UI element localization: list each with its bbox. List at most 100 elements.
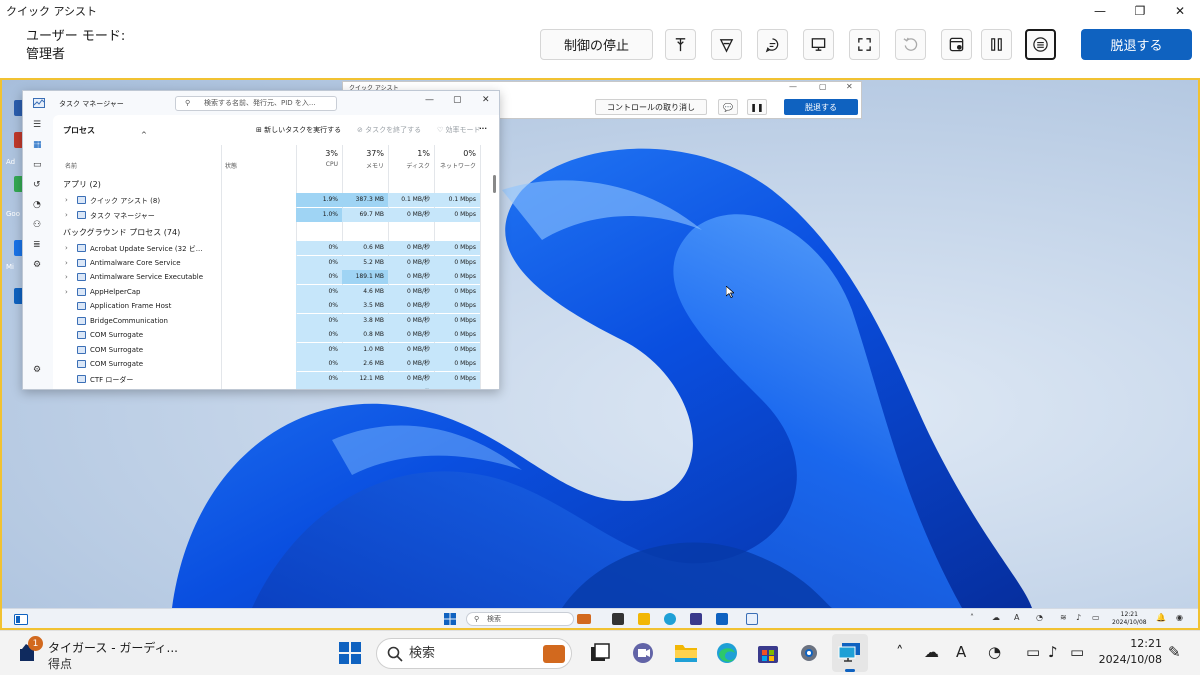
col-status-header[interactable]: 状態 <box>225 161 237 170</box>
remote-revoke-control-button[interactable]: コントロールの取り消し <box>595 99 707 115</box>
task-manager-window[interactable]: タスク マネージャー ⚲ 検索する名前、発行元、PID を入... — ▢ ✕ … <box>22 90 500 390</box>
annotate-button[interactable] <box>711 29 742 60</box>
cloud-icon[interactable]: ☁ <box>924 643 939 661</box>
tm-close-button[interactable]: ✕ <box>482 95 490 105</box>
process-row[interactable]: › AppHelperCap 0% 4.6 MB 0 MB/秒 0 Mbps <box>53 284 493 299</box>
process-row[interactable]: › クイック アシスト (8) 1.9% 387.3 MB 0.1 MB/秒 0.1 Mb… <box>53 193 493 207</box>
minimize-button[interactable]: — <box>1080 0 1120 22</box>
tm-maximize-button[interactable]: ▢ <box>453 95 462 105</box>
new-task-button[interactable]: ⊞ 新しいタスクを実行する <box>256 125 341 135</box>
laser-pointer-button[interactable] <box>665 29 696 60</box>
store-icon[interactable] <box>690 613 702 625</box>
expand-chevron-icon[interactable]: › <box>65 244 68 252</box>
file-explorer-icon[interactable] <box>638 613 650 625</box>
task-view-icon[interactable] <box>612 613 624 625</box>
more-options-icon[interactable]: ··· <box>479 125 487 133</box>
expand-chevron-icon[interactable]: › <box>65 288 68 296</box>
menu-button[interactable] <box>1025 29 1056 60</box>
ime-indicator[interactable]: A <box>956 643 966 661</box>
users-icon[interactable]: ⚇ <box>33 220 41 230</box>
col-mem-header[interactable]: メモリ <box>344 161 384 170</box>
expand-chevron-icon[interactable]: › <box>65 196 68 204</box>
task-manager-search-input[interactable]: ⚲ 検索する名前、発行元、PID を入... <box>175 96 337 111</box>
store-button[interactable] <box>754 639 782 667</box>
col-name-header[interactable]: 名前 <box>65 161 77 170</box>
teams-button[interactable] <box>629 639 657 667</box>
ime-mode-icon[interactable]: ◔ <box>1036 613 1043 622</box>
expand-chevron-icon[interactable]: › <box>65 259 68 267</box>
process-row[interactable]: CTF ローダー 0% 12.1 MB 0 MB/秒 0 Mbps <box>53 371 493 386</box>
clock-date[interactable]: 2024/10/08 <box>1098 653 1162 666</box>
chevron-up-icon[interactable]: ˄ <box>896 643 904 661</box>
restore-button[interactable]: ❐ <box>1120 0 1160 22</box>
cloud-icon[interactable]: ☁ <box>992 613 1000 622</box>
process-row[interactable]: COM Surrogate 0% 2.6 MB 0 MB/秒 0 Mbps <box>53 357 493 371</box>
scrollbar-thumb[interactable] <box>493 175 496 193</box>
col-cpu-header[interactable]: CPU <box>298 161 338 168</box>
quick-assist-app-icon[interactable] <box>716 613 728 625</box>
edge-icon[interactable] <box>664 613 676 625</box>
task-view-button[interactable] <box>586 639 614 667</box>
battery-icon[interactable]: ▭ <box>1092 613 1100 622</box>
remote-chat-button[interactable]: 💬 <box>718 99 738 115</box>
process-row[interactable]: › Acrobat Update Service (32 ビ... 0% 0.6 MB… <box>53 241 493 255</box>
restart-button[interactable] <box>895 29 926 60</box>
chevron-up-icon[interactable]: ˄ <box>970 613 974 622</box>
expand-chevron-icon[interactable]: › <box>65 389 68 390</box>
process-row[interactable]: › Antimalware Service Executable 0% 189.1 M… <box>53 270 493 284</box>
battery-icon[interactable]: ▭ <box>1070 643 1084 661</box>
process-row[interactable]: Application Frame Host 0% 3.5 MB 0 MB/秒 0 Mb… <box>53 299 493 313</box>
wifi-icon[interactable]: ≋ <box>1060 613 1067 622</box>
process-row[interactable]: › DiagsCap 0%12.6 MB0 MB/秒0 Mbps <box>53 386 493 390</box>
app-history-icon[interactable]: ↺ <box>33 180 41 190</box>
expand-chevron-icon[interactable]: › <box>65 273 68 281</box>
remote-clock[interactable]: 12:21 2024/10/08 <box>1112 611 1147 627</box>
remote-qa-close[interactable]: ✕ <box>846 82 853 91</box>
hamburger-icon[interactable]: ☰ <box>33 120 41 130</box>
tm-minimize-button[interactable]: — <box>425 95 434 105</box>
process-row[interactable]: COM Surrogate 0% 1.0 MB 0 MB/秒 0 Mbps <box>53 342 493 357</box>
notification-icon[interactable]: 🔔 <box>1156 613 1166 622</box>
efficiency-mode-button[interactable]: ♡ 効率モード <box>437 125 481 135</box>
remote-pause-button[interactable]: ❚❚ <box>747 99 767 115</box>
services-icon[interactable]: ⚙ <box>33 260 41 270</box>
task-manager-button[interactable] <box>941 29 972 60</box>
settings-button[interactable] <box>795 639 823 667</box>
stop-control-button[interactable]: 制御の停止 <box>540 29 653 60</box>
remote-screen[interactable]: Ad Goo Mi クイック アシスト — ▢ ✕ コントロールの取り消し 💬 … <box>0 78 1200 630</box>
col-disk-header[interactable]: ディスク <box>390 161 430 170</box>
processes-icon[interactable]: ▦ <box>33 140 42 150</box>
remote-qa-minimize[interactable]: — <box>789 82 797 91</box>
display-icon[interactable]: ▭ <box>1026 643 1040 661</box>
chat-button[interactable] <box>757 29 788 60</box>
background-group-header[interactable]: バックグラウンド プロセス (74) <box>63 227 180 238</box>
volume-icon[interactable]: ♪ <box>1076 613 1081 622</box>
settings-icon[interactable]: ⚙ <box>33 365 41 375</box>
remote-app-icon[interactable]: ◉ <box>1176 613 1183 622</box>
taskbar-search-box[interactable]: 検索 <box>376 638 572 669</box>
monitor-button[interactable] <box>803 29 834 60</box>
remote-leave-button[interactable]: 脱退する <box>784 99 858 115</box>
process-row[interactable]: COM Surrogate 0% 0.8 MB 0 MB/秒 0 Mbps <box>53 328 493 342</box>
quick-assist-button[interactable] <box>836 639 864 672</box>
process-row[interactable]: › Antimalware Core Service 0% 5.2 MB 0 MB/秒 0… <box>53 255 493 270</box>
ime-indicator[interactable]: A <box>1014 613 1019 622</box>
end-task-button[interactable]: ⊘ タスクを終了する <box>357 125 421 135</box>
process-row[interactable]: › タスク マネージャー 1.0% 69.7 MB 0 MB/秒 0 Mbps <box>53 207 493 222</box>
process-row[interactable]: BridgeCommunication 0% 3.8 MB 0 MB/秒 0 Mbps <box>53 313 493 328</box>
pause-button[interactable] <box>981 29 1012 60</box>
performance-icon[interactable]: ▭ <box>33 160 42 170</box>
fit-screen-button[interactable] <box>849 29 880 60</box>
remote-search-box[interactable]: ⚲ 検索 <box>466 612 591 626</box>
edge-button[interactable] <box>713 639 741 667</box>
file-explorer-button[interactable] <box>672 639 700 667</box>
start-icon[interactable] <box>444 613 456 625</box>
sort-caret-icon[interactable]: ^ <box>141 131 147 139</box>
close-button[interactable]: ✕ <box>1160 0 1200 22</box>
volume-icon[interactable]: ♪ <box>1048 643 1058 661</box>
widgets-icon[interactable] <box>14 614 28 625</box>
details-icon[interactable]: ≣ <box>33 240 41 250</box>
leave-button[interactable]: 脱退する <box>1081 29 1192 60</box>
remote-qa-restore[interactable]: ▢ <box>819 82 827 91</box>
start-button[interactable] <box>336 639 364 667</box>
